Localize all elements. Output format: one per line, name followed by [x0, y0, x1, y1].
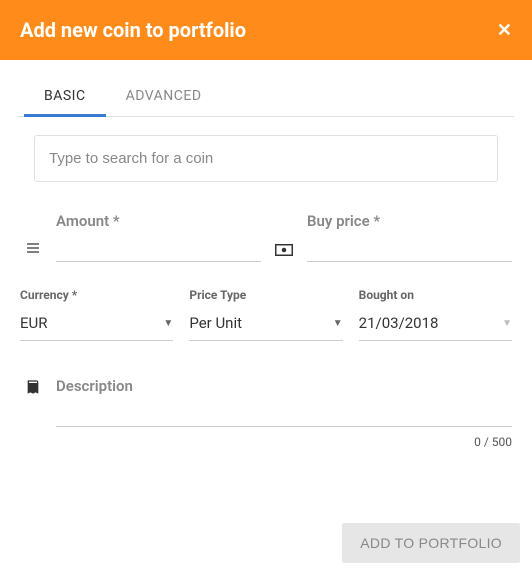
boughton-label: Bought on — [359, 288, 512, 302]
amount-input[interactable] — [56, 234, 261, 262]
currency-value: EUR — [20, 314, 48, 332]
modal-content: BASIC ADVANCED Amount * Buy price * Curr… — [0, 76, 532, 449]
footer: ADD TO PORTFOLIO — [342, 523, 520, 563]
tab-basic[interactable]: BASIC — [24, 76, 106, 117]
select-row: Currency * EUR ▼ Price Type Per Unit ▼ B… — [20, 288, 512, 341]
currency-select[interactable]: EUR ▼ — [20, 310, 173, 341]
currency-field: Currency * EUR ▼ — [20, 288, 173, 341]
buyprice-input[interactable] — [307, 234, 512, 262]
pricetype-select[interactable]: Per Unit ▼ — [189, 310, 342, 341]
pricetype-value: Per Unit — [189, 314, 242, 332]
tab-advanced[interactable]: ADVANCED — [106, 76, 222, 116]
modal-title: Add new coin to portfolio — [20, 18, 246, 42]
chevron-down-icon: ▼ — [333, 318, 343, 329]
amount-field: Amount * — [56, 212, 261, 262]
char-counter: 0 / 500 — [56, 435, 512, 449]
tabs: BASIC ADVANCED — [18, 76, 514, 117]
pricetype-label: Price Type — [189, 288, 342, 302]
description-input[interactable] — [56, 399, 512, 427]
pricetype-field: Price Type Per Unit ▼ — [189, 288, 342, 341]
list-icon — [20, 240, 46, 262]
amount-label: Amount * — [56, 212, 261, 230]
amount-row: Amount * Buy price * — [20, 212, 512, 262]
close-icon[interactable]: ✕ — [497, 20, 512, 41]
description-row: Description 0 / 500 — [20, 377, 512, 449]
currency-label: Currency * — [20, 288, 173, 302]
description-field: Description 0 / 500 — [56, 377, 512, 449]
money-icon — [271, 244, 297, 262]
search-input[interactable] — [34, 135, 498, 182]
buyprice-field: Buy price * — [307, 212, 512, 262]
chevron-down-icon: ▼ — [163, 318, 173, 329]
chevron-down-icon: ▼ — [502, 318, 512, 329]
description-label: Description — [56, 377, 512, 395]
boughton-value: 21/03/2018 — [359, 314, 439, 332]
search-wrap — [34, 135, 498, 182]
add-to-portfolio-button[interactable]: ADD TO PORTFOLIO — [342, 523, 520, 563]
boughton-field: Bought on 21/03/2018 ▼ — [359, 288, 512, 341]
book-icon — [20, 377, 46, 401]
boughton-select[interactable]: 21/03/2018 ▼ — [359, 310, 512, 341]
modal-header: Add new coin to portfolio ✕ — [0, 0, 532, 60]
buyprice-label: Buy price * — [307, 212, 512, 230]
